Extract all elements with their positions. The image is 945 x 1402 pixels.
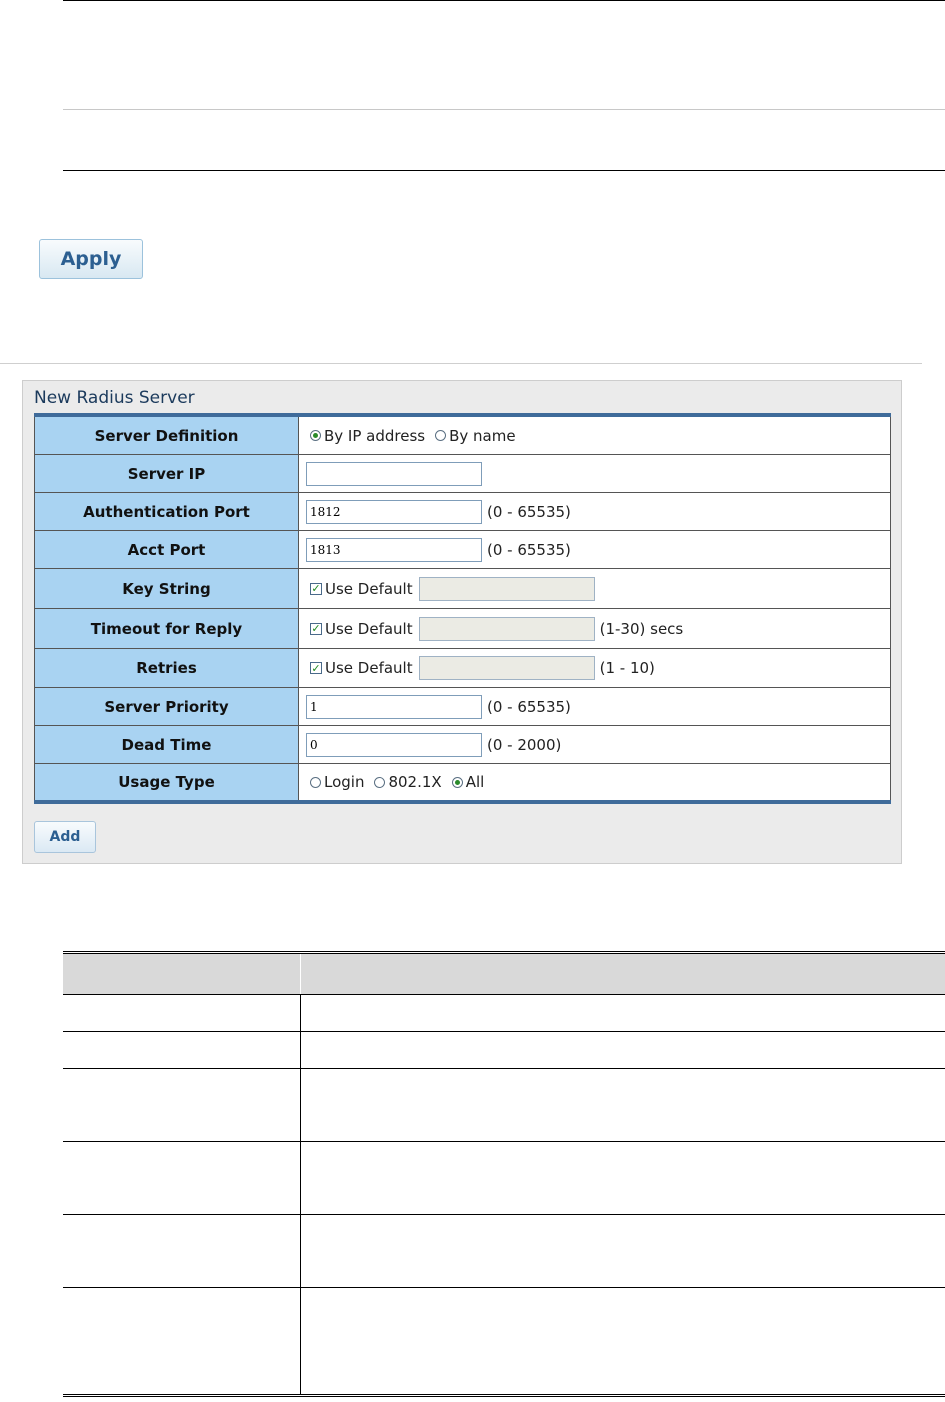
server-priority-row: Server Priority 1 (0 - 65535): [34, 688, 891, 726]
radio-selected-icon[interactable]: [310, 430, 321, 441]
timeout-label: Timeout for Reply: [34, 609, 299, 648]
authentication-port-row: Authentication Port 1812 (0 - 65535): [34, 493, 891, 531]
retries-label: Retries: [34, 649, 299, 687]
timeout-use-default-label: Use Default: [325, 619, 413, 638]
section-separator: [0, 363, 922, 364]
table-row-divider: [63, 109, 945, 110]
usage-type-row: Usage Type Login 802.1X All: [34, 764, 891, 800]
radio-unselected-icon[interactable]: [310, 776, 321, 788]
by-name-label: By name: [449, 426, 516, 445]
description-table-header: [63, 954, 945, 995]
server-ip-input[interactable]: [306, 461, 482, 486]
dead-time-input[interactable]: 0: [306, 732, 482, 757]
key-string-label: Key String: [34, 569, 299, 608]
by-ip-label: By IP address: [324, 426, 426, 445]
acct-port-range: (0 - 65535): [487, 540, 571, 559]
acct-port-label: Acct Port: [34, 531, 299, 568]
usage-all-radio-option[interactable]: All: [448, 773, 485, 791]
server-definition-label: Server Definition: [34, 417, 299, 454]
table-row: [63, 1215, 945, 1288]
usage-login-label: Login: [324, 773, 365, 791]
table-row: [63, 1142, 945, 1215]
server-priority-input[interactable]: 1: [306, 694, 482, 719]
table-row: [63, 995, 945, 1032]
server-definition-row: Server Definition By IP address By name: [34, 417, 891, 455]
usage-login-radio-option[interactable]: Login: [306, 773, 364, 791]
authentication-port-label: Authentication Port: [34, 493, 299, 530]
usage-8021x-radio-option[interactable]: 802.1X: [370, 773, 442, 791]
radio-unselected-icon[interactable]: [374, 776, 386, 788]
dead-time-row: Dead Time 0 (0 - 2000): [34, 726, 891, 764]
acct-port-input[interactable]: 1813: [306, 537, 482, 562]
table-row: [63, 1032, 945, 1069]
dead-time-range: (0 - 2000): [487, 735, 562, 754]
key-string-row: Key String ✓ Use Default: [34, 569, 891, 609]
authentication-port-range: (0 - 65535): [487, 502, 571, 521]
usage-8021x-label: 802.1X: [388, 773, 442, 791]
key-string-use-default-checkbox[interactable]: ✓: [310, 582, 322, 595]
acct-port-row: Acct Port 1813 (0 - 65535): [34, 531, 891, 569]
timeout-row: Timeout for Reply ✓ Use Default (1-30) s…: [34, 609, 891, 649]
by-name-radio-option[interactable]: By name: [431, 426, 516, 445]
authentication-port-input[interactable]: 1812: [306, 499, 482, 524]
panel-title: New Radius Server: [34, 388, 195, 408]
header-cell-object: [63, 954, 301, 994]
server-priority-label: Server Priority: [34, 688, 299, 725]
table-row: [63, 1288, 945, 1394]
usage-type-label: Usage Type: [34, 764, 299, 800]
retries-use-default-label: Use Default: [325, 659, 413, 677]
retries-input: [418, 656, 595, 680]
timeout-input: [418, 616, 595, 641]
dead-time-label: Dead Time: [34, 726, 299, 763]
usage-all-label: All: [465, 773, 485, 791]
table-top-border: [63, 0, 945, 1]
by-ip-radio-option[interactable]: By IP address: [306, 427, 425, 445]
table-row: [63, 1069, 945, 1142]
table-bottom-border: [63, 170, 945, 171]
apply-button[interactable]: Apply: [39, 239, 143, 279]
retries-use-default-checkbox[interactable]: ✓: [310, 662, 322, 674]
server-priority-range: (0 - 65535): [487, 697, 571, 716]
radius-server-form: Server Definition By IP address By name …: [34, 413, 891, 804]
radio-unselected-icon[interactable]: [435, 430, 447, 441]
header-cell-description: [301, 954, 945, 994]
retries-range: (1 - 10): [599, 659, 655, 677]
description-table: [63, 951, 945, 1397]
server-ip-label: Server IP: [34, 455, 299, 492]
key-string-input: [418, 576, 595, 601]
timeout-range: (1-30) secs: [599, 619, 684, 638]
radio-selected-icon[interactable]: [451, 776, 463, 788]
add-button[interactable]: Add: [34, 821, 96, 853]
server-ip-row: Server IP: [34, 455, 891, 493]
retries-row: Retries ✓ Use Default (1 - 10): [34, 649, 891, 688]
new-radius-server-panel: New Radius Server Server Definition By I…: [22, 380, 902, 864]
key-string-use-default-label: Use Default: [325, 579, 413, 598]
timeout-use-default-checkbox[interactable]: ✓: [310, 622, 322, 635]
